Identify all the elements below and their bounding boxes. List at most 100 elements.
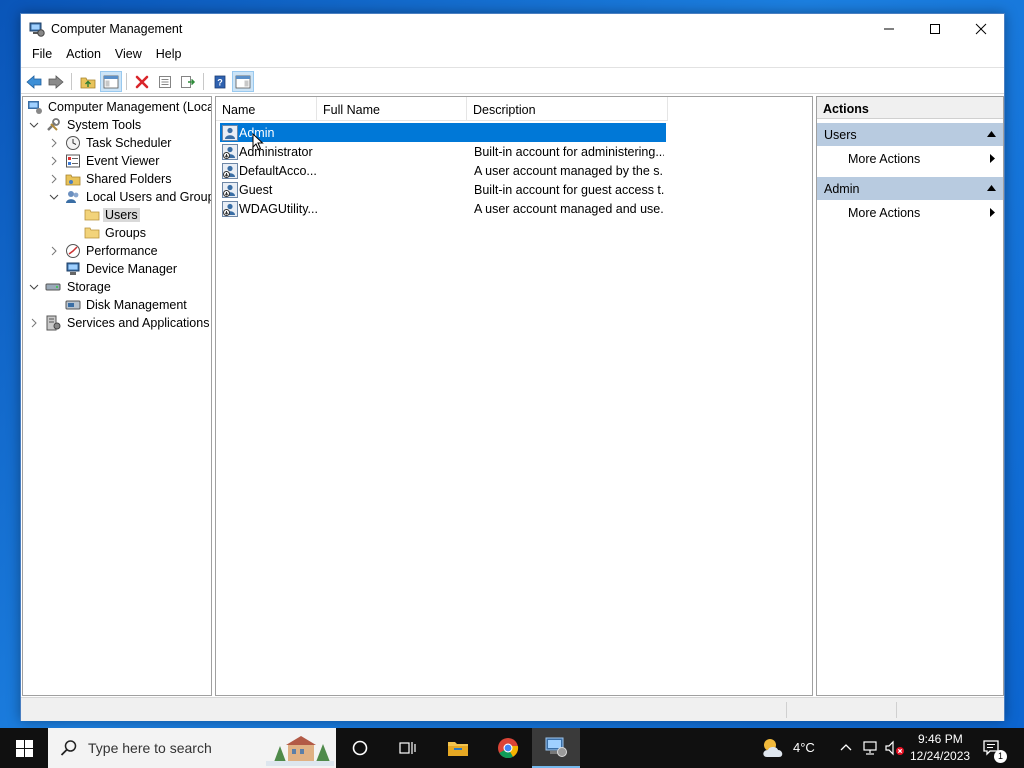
chevron-right-icon[interactable] (49, 246, 59, 256)
network-icon[interactable] (862, 740, 878, 756)
submenu-arrow-icon (990, 208, 995, 217)
chevron-right-icon[interactable] (29, 318, 39, 328)
user-description: A user account managed and use... (474, 202, 664, 216)
tree-label: Services and Applications (67, 316, 210, 330)
user-name: WDAGUtility... (239, 202, 318, 216)
chevron-down-icon[interactable] (49, 192, 59, 202)
user-name: Guest (239, 183, 273, 197)
table-row[interactable]: WDAGUtility... A user account managed an… (220, 199, 666, 218)
computer-management-taskbar-button[interactable] (532, 728, 580, 768)
title-bar[interactable]: Computer Management (21, 14, 1004, 44)
properties-button[interactable] (154, 71, 176, 92)
users-list-view: Name Full Name Description Admin Adminis… (215, 96, 813, 696)
clock-icon (66, 136, 80, 150)
table-row[interactable]: Administrator Built-in account for admin… (220, 142, 666, 161)
menu-bar: File Action View Help (21, 44, 1004, 66)
volume-muted-icon[interactable] (885, 740, 905, 756)
table-row[interactable]: DefaultAcco... A user account managed by… (220, 161, 666, 180)
search-highlight-illustration (266, 732, 334, 766)
section-header-label: Admin (824, 182, 860, 196)
computer-management-icon (29, 22, 45, 37)
more-actions-users[interactable]: More Actions (817, 147, 1003, 169)
menu-view[interactable]: View (108, 44, 149, 66)
computer-management-window: Computer Management File Action View Hel… (20, 13, 1005, 721)
delete-x-icon (135, 75, 149, 88)
user-disabled-icon (222, 163, 238, 179)
menu-file[interactable]: File (25, 44, 59, 66)
users-group-icon (66, 191, 79, 203)
chrome-icon (498, 738, 519, 759)
console-tree: Computer Management (Local System Tools … (22, 96, 212, 696)
chevron-down-icon[interactable] (29, 120, 39, 130)
toolbar: ? (21, 67, 1004, 94)
chevron-right-icon[interactable] (49, 138, 59, 148)
svg-text:?: ? (217, 77, 223, 87)
tree-label: Device Manager (86, 262, 178, 276)
user-name: Administrator (239, 145, 313, 159)
menu-help[interactable]: Help (149, 44, 189, 66)
chrome-taskbar-button[interactable] (484, 728, 532, 768)
file-explorer-icon (448, 742, 468, 756)
column-header-full-name[interactable]: Full Name (317, 97, 467, 121)
more-actions-label: More Actions (848, 152, 921, 166)
notification-count-badge: 1 (994, 750, 1007, 763)
chevron-right-icon[interactable] (49, 174, 59, 184)
console-tree-icon (103, 75, 119, 88)
shared-folder-icon (65, 174, 81, 186)
maximize-button[interactable] (912, 14, 958, 44)
user-disabled-icon (222, 201, 238, 217)
collapse-caret-icon[interactable] (987, 131, 996, 137)
status-bar (21, 697, 1004, 721)
user-name: Admin (239, 126, 275, 140)
delete-button[interactable] (131, 71, 153, 92)
folder-up-icon (80, 77, 96, 88)
column-header-description[interactable]: Description (467, 97, 668, 121)
back-button[interactable] (23, 71, 45, 92)
cortana-circle-icon (352, 740, 368, 756)
up-one-level-button[interactable] (77, 71, 99, 92)
minimize-button[interactable] (866, 14, 912, 44)
show-hide-action-pane-button[interactable] (232, 71, 254, 92)
forward-button[interactable] (45, 71, 67, 92)
tree-label: Shared Folders (86, 172, 172, 186)
clock-time[interactable]: 9:46 PM (918, 732, 963, 746)
window-title: Computer Management (51, 22, 183, 36)
menu-action[interactable]: Action (59, 44, 108, 66)
task-view-button[interactable] (384, 728, 432, 768)
tree-label: Performance (86, 244, 158, 258)
export-list-icon (181, 75, 196, 88)
column-header-name[interactable]: Name (216, 97, 317, 121)
actions-title: Actions (817, 97, 1003, 119)
close-button[interactable] (958, 14, 1004, 44)
chevron-right-icon[interactable] (49, 156, 59, 166)
table-row[interactable]: Admin (220, 123, 666, 142)
actions-section-users[interactable]: Users (817, 123, 1003, 146)
collapse-caret-icon[interactable] (987, 185, 996, 191)
back-arrow-icon (26, 74, 42, 89)
disk-management-icon (65, 300, 81, 310)
help-book-icon: ? (214, 75, 226, 88)
chevron-down-icon[interactable] (29, 282, 39, 292)
export-list-button[interactable] (177, 71, 199, 92)
chevron-up-icon[interactable] (838, 740, 854, 756)
file-explorer-taskbar-button[interactable] (434, 728, 482, 768)
minimize-icon (884, 28, 894, 30)
start-button[interactable] (0, 728, 48, 768)
more-actions-admin[interactable]: More Actions (817, 201, 1003, 223)
help-button[interactable]: ? (209, 71, 231, 92)
clock-date[interactable]: 12/24/2023 (910, 749, 970, 763)
search-placeholder: Type here to search (88, 740, 212, 756)
show-hide-console-tree-button[interactable] (100, 71, 122, 92)
maximize-icon (930, 24, 940, 34)
windows-logo-icon (15, 739, 33, 757)
user-disabled-icon (222, 144, 238, 160)
weather-temperature[interactable]: 4°C (793, 740, 815, 755)
cortana-button[interactable] (336, 728, 384, 768)
taskbar: Type here to search 4°C 9:46 PM 12/24/20… (0, 728, 1024, 768)
actions-section-admin[interactable]: Admin (817, 177, 1003, 200)
taskbar-search-box[interactable]: Type here to search (48, 728, 336, 768)
tools-icon (47, 118, 60, 131)
table-row[interactable]: Guest Built-in account for guest access … (220, 180, 666, 199)
folder-icon (84, 227, 100, 239)
search-icon (60, 740, 77, 756)
